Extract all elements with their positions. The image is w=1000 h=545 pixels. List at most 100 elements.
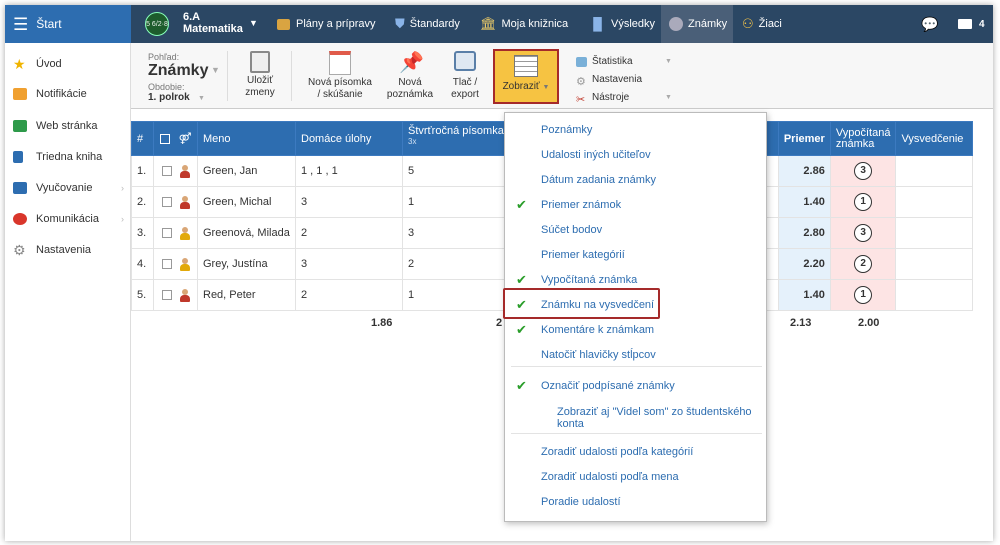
row-number: 3. (131, 217, 154, 249)
col-computed-grade[interactable]: Vypočítaná známka (829, 121, 897, 156)
sidebar-item-nastavenia[interactable]: ⚙ Nastavenia (13, 243, 91, 257)
checkmark-icon: ✔ (516, 322, 527, 337)
col-name[interactable]: Meno (197, 121, 296, 156)
view-label: Pohľad: (148, 52, 180, 62)
homework-grades[interactable]: 3 (295, 248, 403, 280)
dropdown-item[interactable]: Priemer kategórií (541, 249, 625, 261)
row-checkbox[interactable] (162, 228, 172, 238)
average-value: 1.40 (777, 186, 831, 218)
sidebar-item-vyucovanie[interactable]: Vyučovanie › (13, 182, 124, 194)
dropdown-item[interactable]: Udalosti iných učiteľov (541, 149, 651, 161)
computed-grade[interactable]: 3 (854, 224, 873, 242)
divider (227, 51, 228, 101)
tools-button[interactable]: ✂ Nástroje ▼ (576, 92, 672, 106)
start-menu-button[interactable]: ☰ Štart (5, 5, 131, 43)
class-selector[interactable]: 6.A Matematika (183, 11, 243, 35)
chevron-down-icon: ▼ (665, 58, 672, 65)
homework-grades[interactable]: 3 (295, 186, 403, 218)
nav-ziaci[interactable]: ⚇ Žiaci (742, 5, 782, 43)
student-icon (180, 288, 190, 302)
dropdown-item[interactable]: Označiť podpísané známky (541, 380, 675, 392)
computed-grade[interactable]: 3 (854, 162, 873, 180)
quarter-grade[interactable]: 3 (402, 217, 510, 249)
student-name[interactable]: Grey, Justína (197, 248, 296, 280)
student-name[interactable]: Greenová, Milada (197, 217, 296, 249)
sidebar-item-uvod[interactable]: ★ Úvod (13, 57, 62, 71)
col-average[interactable]: Priemer (777, 121, 831, 156)
computed-grade[interactable]: 2 (854, 255, 873, 273)
row-checkbox[interactable] (162, 166, 172, 176)
envelope-icon[interactable] (958, 19, 972, 29)
col-quarter[interactable]: Štvrťročná písomka 3x (402, 121, 510, 156)
sidebar-item-komunikacia[interactable]: Komunikácia › (13, 213, 124, 225)
homework-grades[interactable]: 2 (295, 217, 403, 249)
new-test-button[interactable]: Nová písomka / skúšanie (301, 51, 379, 101)
grades-icon (669, 17, 683, 31)
nav-standardy[interactable]: ⛊ Štandardy (395, 5, 460, 43)
show-button[interactable]: Zobraziť ▼ (493, 49, 559, 104)
sidebar-item-label: Komunikácia (36, 213, 99, 225)
chat-icon[interactable]: 💬 (921, 16, 938, 33)
print-export-button[interactable]: Tlač / export (443, 51, 487, 101)
row-number: 1. (131, 155, 154, 187)
stats-button[interactable]: Štatistika ▼ (576, 56, 672, 67)
toolbar: Pohľad: Známky ▼ Obdobie: 1. polrok ▼ Ul… (131, 43, 993, 109)
dropdown-item[interactable]: Poznámky (541, 124, 592, 136)
report-grade-cell[interactable] (895, 217, 974, 249)
computed-grade[interactable]: 1 (854, 286, 873, 304)
col-homework[interactable]: Domáce úlohy (295, 121, 403, 156)
new-note-button[interactable]: 📌 Nová poznámka (385, 51, 435, 101)
open-book-icon (13, 182, 27, 194)
col-report[interactable]: Vysvedčenie (895, 121, 974, 156)
report-grade-cell[interactable] (895, 155, 974, 187)
class-avatar-icon[interactable]: 5 6/2·8 (145, 12, 169, 36)
student-name[interactable]: Green, Michal (197, 186, 296, 218)
student-name[interactable]: Green, Jan (197, 155, 296, 187)
nav-vysledky[interactable]: ▐▌ Výsledky (589, 5, 655, 43)
nav-znamky[interactable]: Známky (661, 5, 733, 43)
row-checkbox[interactable] (162, 259, 172, 269)
settings-button[interactable]: ⚙ Nastavenia (576, 74, 642, 88)
dropdown-item[interactable]: Zoradiť udalosti podľa mena (541, 471, 679, 483)
chevron-down-icon[interactable]: ▼ (249, 18, 258, 28)
row-checkbox[interactable] (162, 197, 172, 207)
homework-grades[interactable]: 1 , 1 , 1 (295, 155, 403, 187)
report-grade-cell[interactable] (895, 279, 974, 311)
sidebar-item-web[interactable]: Web stránka (13, 120, 98, 132)
dropdown-item[interactable]: Priemer známok (541, 199, 621, 211)
quarter-grade[interactable]: 2 (402, 248, 510, 280)
col-icons: ⚤ (153, 121, 198, 156)
quarter-grade[interactable]: 1 (402, 186, 510, 218)
computed-grade[interactable]: 1 (854, 193, 873, 211)
gender-icon: ⚤ (178, 133, 192, 145)
homework-grades[interactable]: 2 (295, 279, 403, 311)
nav-label: Plány a prípravy (296, 18, 376, 30)
quarter-grade[interactable]: 1 (402, 279, 510, 311)
row-checkbox[interactable] (162, 290, 172, 300)
envelope-icon (13, 88, 27, 100)
report-grade-cell[interactable] (895, 186, 974, 218)
col-num: # (131, 121, 154, 156)
homework-average: 1.86 (371, 317, 393, 329)
dropdown-item[interactable]: Zoradiť udalosti podľa kategórií (541, 446, 693, 458)
student-name[interactable]: Red, Peter (197, 279, 296, 311)
dropdown-item[interactable]: Natočiť hlavičky stĺpcov (541, 349, 656, 361)
dropdown-item[interactable]: Dátum zadania známky (541, 174, 656, 186)
dropdown-item[interactable]: Komentáre k známkam (541, 324, 654, 336)
dropdown-item[interactable]: Súčet bodov (541, 224, 602, 236)
nav-plany[interactable]: Plány a prípravy (277, 5, 375, 43)
row-number: 4. (131, 248, 154, 280)
select-all-checkbox[interactable] (159, 134, 170, 145)
dropdown-item[interactable]: Zobraziť aj "Videl som" zo študentského … (557, 406, 757, 430)
pin-icon: 📌 (399, 52, 424, 74)
quarter-grade[interactable]: 5 (402, 155, 510, 187)
sidebar-item-notifikacie[interactable]: Notifikácie (13, 88, 87, 100)
report-grade-cell[interactable] (895, 248, 974, 280)
sidebar-item-triedna-kniha[interactable]: Triedna kniha (13, 151, 102, 163)
dropdown-item[interactable]: Poradie udalostí (541, 496, 621, 508)
divider (291, 51, 292, 101)
save-button[interactable]: Uložiť zmeny (239, 51, 281, 99)
floppy-icon (250, 51, 270, 73)
dropdown-item[interactable]: Vypočítaná známka (541, 274, 637, 286)
nav-kniznica[interactable]: 🏛 Moja knižnica (480, 5, 568, 43)
